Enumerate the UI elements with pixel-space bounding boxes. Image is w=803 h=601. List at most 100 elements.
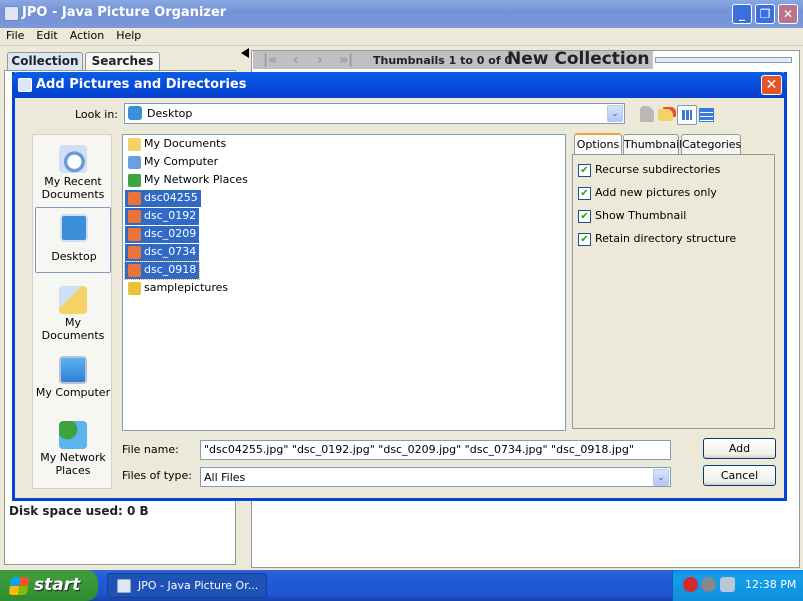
checkbox-icon[interactable]: ✔ (578, 164, 591, 177)
tab-collection[interactable]: Collection (7, 52, 83, 70)
checkbox-icon[interactable]: ✔ (578, 187, 591, 200)
file-type-dropdown[interactable]: All Files ⌄ (200, 467, 671, 487)
close-button[interactable]: ✕ (778, 4, 798, 24)
zip-folder-icon (128, 282, 141, 295)
restore-button[interactable]: ❐ (755, 4, 775, 24)
menu-edit[interactable]: Edit (30, 28, 63, 44)
nav-last-icon[interactable]: »| (339, 52, 353, 68)
cancel-button[interactable]: Cancel (703, 465, 776, 486)
dialog-title-bar[interactable]: Add Pictures and Directories ✕ (12, 72, 787, 98)
add-pictures-dialog: Add Pictures and Directories ✕ Look in: … (12, 72, 787, 501)
image-icon (128, 192, 141, 205)
file-list-item[interactable]: dsc_0209 (125, 226, 200, 243)
place-desktop[interactable]: Desktop (35, 207, 111, 273)
clock: 12:38 PM (745, 578, 797, 591)
place-my-documents[interactable]: My Documents (35, 280, 111, 346)
java-icon (18, 78, 32, 92)
image-icon (128, 246, 141, 259)
left-tabs: Collection Searches (3, 50, 239, 72)
thumbnail-size-slider[interactable] (655, 57, 792, 63)
tab-thumbnail[interactable]: Thumbnail (623, 134, 682, 154)
place-network-places[interactable]: My Network Places (35, 415, 111, 481)
folder-icon (128, 138, 141, 151)
menu-file[interactable]: File (0, 28, 30, 44)
tab-categories[interactable]: Categories (681, 134, 741, 154)
tab-options[interactable]: Options (574, 133, 622, 155)
network-icon (128, 174, 141, 187)
security-shield-icon[interactable] (683, 577, 698, 592)
tab-searches[interactable]: Searches (85, 52, 160, 70)
java-icon (4, 6, 19, 21)
option-checkbox[interactable]: ✔ Show Thumbnail (578, 209, 686, 225)
menu-help[interactable]: Help (110, 28, 147, 44)
file-name: My Documents (144, 137, 227, 150)
chevron-down-icon[interactable]: ⌄ (607, 105, 623, 122)
main-title-bar[interactable]: JPO - Java Picture Organizer _ ❐ ✕ (0, 0, 803, 28)
desktop-icon (60, 214, 88, 242)
file-list-item[interactable]: dsc_0918 (123, 261, 201, 280)
collection-title: New Collection (507, 49, 650, 69)
chevron-down-icon[interactable]: ⌄ (653, 469, 669, 486)
file-list-item[interactable]: My Documents (125, 136, 229, 153)
file-list-item[interactable]: My Network Places (125, 172, 251, 189)
checkbox-icon[interactable]: ✔ (578, 210, 591, 223)
file-name-input[interactable]: "dsc04255.jpg" "dsc_0192.jpg" "dsc_0209.… (200, 440, 671, 460)
file-list: My Documents My Computer My Network Places… (122, 134, 566, 431)
dialog-close-button[interactable]: ✕ (761, 75, 782, 95)
nav-first-icon[interactable]: |« (263, 52, 277, 68)
checkbox-icon[interactable]: ✔ (578, 233, 591, 246)
windows-logo-icon (8, 577, 30, 595)
option-label: Recurse subdirectories (595, 163, 721, 176)
add-button[interactable]: Add (703, 438, 776, 459)
nav-next-icon[interactable]: › (317, 52, 323, 68)
desktop-icon (128, 106, 142, 120)
file-name: My Computer (144, 155, 219, 168)
option-checkbox[interactable]: ✔ Add new pictures only (578, 186, 717, 202)
details-view-icon[interactable] (699, 108, 714, 122)
image-icon (128, 264, 141, 277)
option-checkbox[interactable]: ✔ Recurse subdirectories (578, 163, 720, 179)
dialog-title: Add Pictures and Directories (36, 77, 247, 92)
file-list-item[interactable]: samplepictures (125, 280, 231, 297)
clock-document-icon (59, 145, 87, 173)
file-list-item[interactable]: My Computer (125, 154, 221, 171)
taskbar-item-jpo[interactable]: JPO - Java Picture Or... (107, 573, 267, 598)
volume-icon[interactable] (701, 577, 716, 592)
taskbar-item-label: JPO - Java Picture Or... (138, 579, 259, 592)
look-in-dropdown[interactable]: Desktop ⌄ (124, 103, 625, 124)
thumbnail-count: Thumbnails 1 to 0 of 0 (373, 54, 513, 67)
file-list-item[interactable]: dsc04255 (125, 190, 201, 207)
start-label: start (34, 575, 81, 595)
file-name: My Network Places (144, 173, 248, 186)
place-label: My Documents (41, 316, 105, 342)
file-name: dsc04255 (144, 191, 198, 204)
place-label: My Recent Documents (41, 175, 105, 201)
network-tray-icon[interactable] (720, 577, 735, 592)
system-tray: 12:38 PM (672, 570, 803, 601)
list-view-icon[interactable] (677, 105, 697, 125)
new-folder-icon[interactable] (658, 109, 673, 121)
file-type-label: Files of type: (122, 469, 193, 482)
minimize-button[interactable]: _ (732, 4, 752, 24)
nav-prev-icon[interactable]: ‹ (293, 52, 299, 68)
file-name: dsc_0209 (144, 227, 197, 240)
file-list-item[interactable]: dsc_0734 (125, 244, 200, 261)
image-icon (128, 210, 141, 223)
file-name: dsc_0734 (144, 245, 197, 258)
place-my-computer[interactable]: My Computer (35, 350, 111, 416)
place-recent-documents[interactable]: My Recent Documents (35, 139, 111, 205)
option-checkbox[interactable]: ✔ Retain directory structure (578, 232, 736, 248)
file-name: dsc_0918 (144, 263, 197, 276)
places-bar: My Recent Documents Desktop My Documents… (32, 134, 112, 489)
file-list-item[interactable]: dsc_0192 (125, 208, 200, 225)
folder-icon (59, 286, 87, 314)
file-name: samplepictures (144, 281, 229, 294)
start-button[interactable]: start (0, 570, 98, 601)
up-folder-icon[interactable] (640, 106, 654, 122)
option-label: Add new pictures only (595, 186, 717, 199)
splitter-arrow[interactable] (241, 48, 249, 58)
option-label: Show Thumbnail (595, 209, 687, 222)
computer-icon (59, 356, 87, 384)
file-name: dsc_0192 (144, 209, 197, 222)
menu-action[interactable]: Action (64, 28, 110, 44)
